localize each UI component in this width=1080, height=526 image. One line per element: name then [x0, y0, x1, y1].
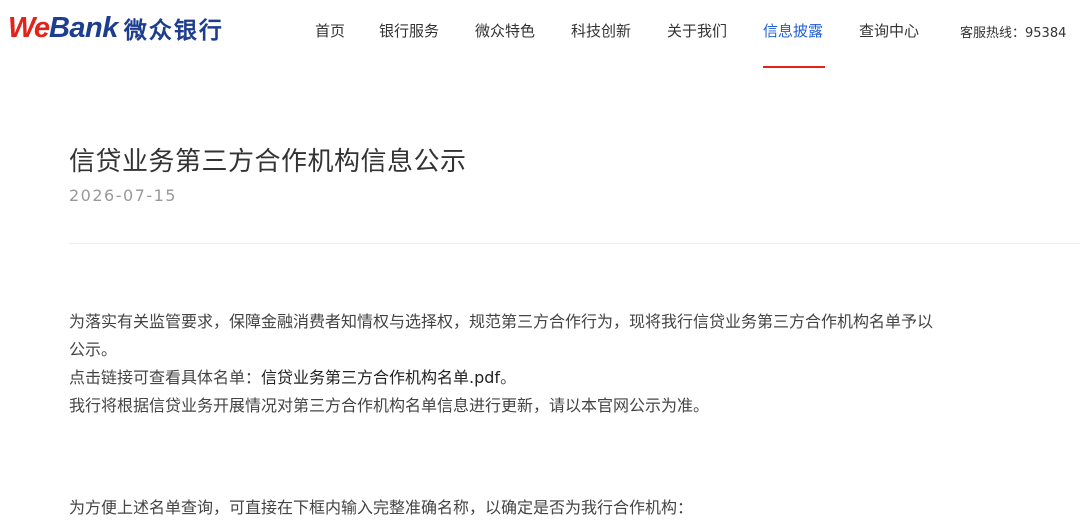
nav-item-home[interactable]: 首页 — [315, 20, 345, 41]
intro-line-2: 公示。 — [69, 340, 118, 359]
intro-paragraph: 为落实有关监管要求，保障金融消费者知情权与选择权，规范第三方合作行为，现将我行信… — [69, 308, 933, 420]
nav-item-about-us[interactable]: 关于我们 — [667, 20, 727, 41]
nav-item-disclosure[interactable]: 信息披露 — [763, 20, 823, 41]
publish-date: 2026-07-15 — [69, 186, 177, 205]
nav-item-tech-innovation[interactable]: 科技创新 — [571, 20, 631, 41]
link-line: 点击链接可查看具体名单：信贷业务第三方合作机构名单.pdf。 — [69, 364, 933, 392]
main-nav: 首页 银行服务 微众特色 科技创新 关于我们 信息披露 查询中心 — [0, 0, 1080, 70]
nav-item-webank-features[interactable]: 微众特色 — [475, 20, 535, 41]
partner-list-pdf-link[interactable]: 信贷业务第三方合作机构名单.pdf — [261, 368, 500, 387]
nav-item-query-center[interactable]: 查询中心 — [859, 20, 919, 41]
site-header: We Bank 微众银行 首页 银行服务 微众特色 科技创新 关于我们 信息披露 查… — [0, 0, 1080, 70]
active-nav-underline — [763, 66, 825, 68]
update-notice: 我行将根据信贷业务开展情况对第三方合作机构名单信息进行更新，请以本官网公示为准。 — [69, 396, 710, 415]
intro-line-1: 为落实有关监管要求，保障金融消费者知情权与选择权，规范第三方合作行为，现将我行信… — [69, 312, 934, 331]
customer-hotline: 客服热线：95384 — [960, 26, 1067, 41]
page-title: 信贷业务第三方合作机构信息公示 — [69, 147, 467, 177]
search-instruction: 为方便上述名单查询，可直接在下框内输入完整准确名称，以确定是否为我行合作机构： — [69, 498, 694, 517]
link-suffix: 。 — [500, 368, 517, 387]
link-prefix: 点击链接可查看具体名单： — [69, 368, 262, 387]
nav-item-bank-services[interactable]: 银行服务 — [379, 20, 439, 41]
title-divider — [69, 243, 1080, 244]
